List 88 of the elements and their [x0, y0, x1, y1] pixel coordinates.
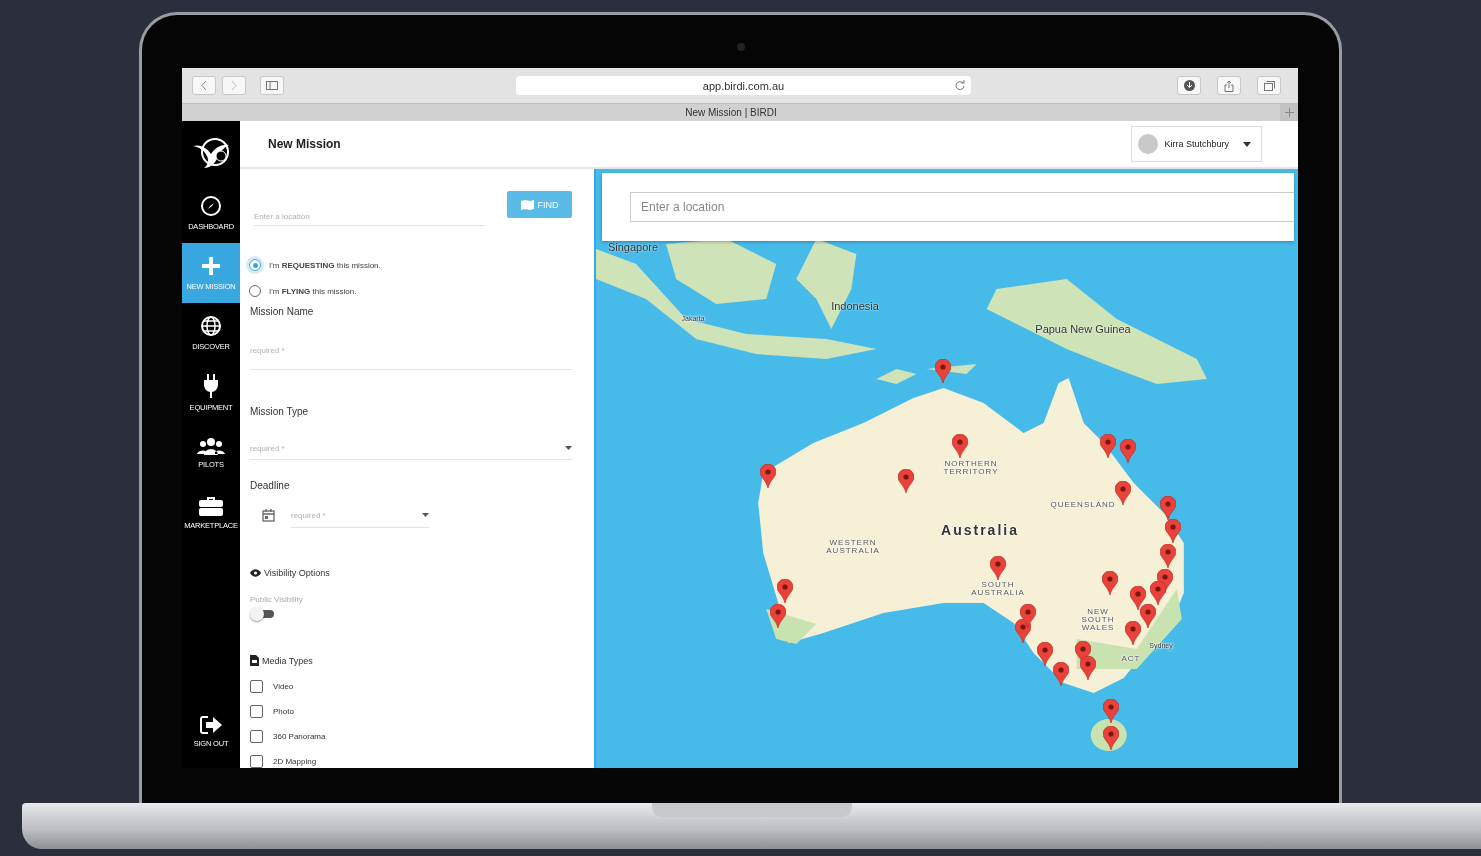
map-pin-icon[interactable]: [1100, 434, 1116, 458]
map-label: SOUTH AUSTRALIA: [971, 581, 1025, 597]
plus-icon: [1284, 108, 1294, 117]
checkbox[interactable]: [250, 755, 263, 768]
share-button[interactable]: [1217, 76, 1241, 95]
globe-icon: [200, 315, 222, 337]
caret-icon: [422, 513, 429, 517]
location-field[interactable]: Enter a location: [254, 208, 485, 226]
people-icon: [197, 437, 225, 455]
map-pin-icon[interactable]: [770, 604, 786, 628]
radio-label: I'm REQUESTING this mission.: [269, 260, 381, 270]
map-pin-icon[interactable]: [1160, 496, 1176, 520]
map-label: NORTHERN TERRITORY: [943, 460, 999, 476]
sidebar-icon: [266, 81, 278, 90]
map-pin-icon[interactable]: [1130, 586, 1146, 610]
map-pin-icon[interactable]: [1037, 642, 1053, 666]
briefcase-icon: [199, 496, 223, 516]
calendar-icon: [262, 509, 275, 522]
plug-icon: [202, 374, 220, 398]
map-pin-icon[interactable]: [760, 464, 776, 488]
section-heading: Visibility Options: [264, 568, 330, 578]
tabs-icon: [1263, 80, 1275, 91]
reload-icon: [955, 80, 965, 90]
mission-name-field[interactable]: required *: [250, 331, 572, 370]
map-pin-icon[interactable]: [1020, 604, 1036, 628]
avatar-icon: [1138, 134, 1159, 154]
checkbox[interactable]: [250, 730, 263, 743]
checkbox[interactable]: [250, 680, 263, 693]
compass-icon: [200, 195, 222, 217]
map-search-field[interactable]: Enter a location: [630, 192, 1294, 222]
tabs-button[interactable]: [1257, 76, 1281, 95]
map-label: ACT: [1121, 655, 1141, 663]
map-pin-icon[interactable]: [1160, 544, 1176, 568]
map-pin-icon[interactable]: [1120, 439, 1136, 463]
map-pin-icon[interactable]: [1115, 481, 1131, 505]
document-icon: [250, 655, 259, 666]
map-pin-icon[interactable]: [1150, 581, 1166, 605]
radio-button[interactable]: [249, 259, 261, 271]
map-icon: [520, 199, 534, 210]
field-label: Mission Name: [250, 306, 315, 317]
visibility-toggle[interactable]: [250, 607, 276, 621]
map-pin-icon[interactable]: [777, 579, 793, 603]
map-label: QUEENSLAND: [1050, 501, 1116, 509]
map-label: Papua New Guinea: [1035, 323, 1131, 335]
map-pin-icon[interactable]: [1103, 699, 1119, 723]
map-pin-icon[interactable]: [935, 359, 951, 383]
map-label: Singapore: [607, 241, 659, 253]
map-pin-icon[interactable]: [952, 434, 968, 458]
download-button[interactable]: [1177, 76, 1201, 95]
map-pin-icon[interactable]: [1165, 519, 1181, 543]
checkbox-label: 360 Panorama: [273, 732, 326, 741]
caret-icon: [1243, 141, 1251, 147]
sign-out-icon: [200, 716, 222, 734]
map-label: NEW SOUTH WALES: [1081, 608, 1115, 632]
map-label: Australia: [941, 522, 1019, 538]
sidebar-button[interactable]: [260, 76, 284, 95]
page-title: New Mission: [268, 137, 341, 151]
eye-icon: [250, 569, 261, 577]
map-pin-icon[interactable]: [990, 556, 1006, 580]
share-icon: [1224, 79, 1234, 92]
checkbox-label: Video: [273, 682, 294, 691]
section-heading: Media Types: [262, 655, 313, 666]
user-menu-button[interactable]: Kirra Stutchbury: [1131, 126, 1262, 162]
chevron-right-icon: [231, 81, 237, 90]
map-pin-icon[interactable]: [898, 469, 914, 493]
chevron-left-icon: [201, 81, 207, 90]
map-pin-icon[interactable]: [1053, 662, 1069, 686]
deadline-dropdown[interactable]: required *: [291, 506, 422, 524]
map-pin-icon[interactable]: [1103, 726, 1119, 750]
address-bar[interactable]: app.birdi.com.au: [516, 76, 971, 95]
plus-icon: [200, 255, 222, 277]
field-label: Deadline: [250, 480, 291, 491]
radio-button[interactable]: [249, 285, 261, 297]
toggle-label: Public Visibility: [250, 595, 304, 604]
field-label: Mission Type: [250, 406, 310, 417]
map-pin-icon[interactable]: [1102, 571, 1118, 595]
checkbox[interactable]: [250, 705, 263, 718]
caret-icon: [565, 446, 572, 450]
checkbox-label: Photo: [273, 707, 294, 716]
checkbox-label: 2D Mapping: [273, 757, 317, 766]
map-pin-icon[interactable]: [1125, 621, 1141, 645]
radio-label: I'm FLYING this mission.: [269, 286, 357, 296]
download-icon: [1183, 80, 1195, 91]
map-pin-icon[interactable]: [1140, 604, 1156, 628]
camera-icon: [736, 43, 745, 51]
map-label: WESTERN AUSTRALIA: [826, 539, 880, 555]
map-pin-icon[interactable]: [1080, 656, 1096, 680]
mission-type-dropdown[interactable]: required *: [250, 439, 565, 457]
